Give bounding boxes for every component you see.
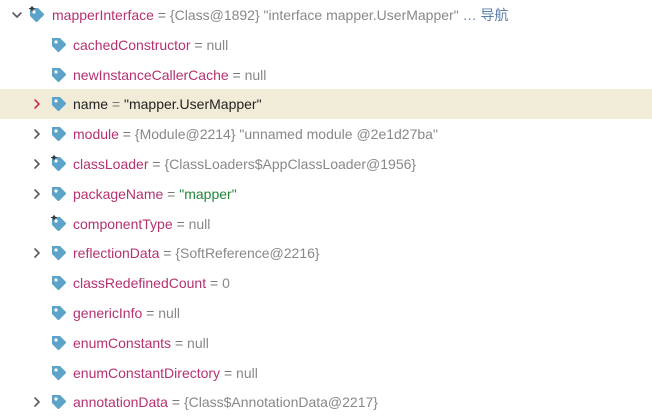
- tree-row-genericInfo[interactable]: genericInfo = null: [0, 298, 652, 328]
- field-value: null: [188, 215, 211, 232]
- tree-row-mapperInterface[interactable]: mapperInterface = {Class@1892} "interfac…: [0, 0, 652, 30]
- field-tag-icon: [50, 36, 68, 54]
- field-value: null: [158, 305, 181, 321]
- field-name: name: [73, 96, 109, 113]
- chevron-right-icon[interactable]: [30, 89, 44, 119]
- field-tag-icon: [50, 125, 68, 143]
- field-value: "mapper.UserMapper": [124, 96, 262, 113]
- tree-row-name[interactable]: name = "mapper.UserMapper": [0, 89, 652, 120]
- equals-sign: =: [153, 7, 170, 23]
- field-tag-icon: [50, 304, 68, 322]
- field-value: null: [236, 364, 258, 381]
- field-name: classRedefinedCount: [73, 275, 207, 292]
- field-name: reflectionData: [73, 245, 160, 262]
- field-tag-icon: [50, 274, 68, 292]
- chevron-right-icon[interactable]: [30, 149, 44, 179]
- equals-sign: =: [159, 245, 176, 262]
- equals-sign: =: [206, 275, 223, 292]
- field-value: null: [187, 334, 209, 351]
- equals-sign: =: [167, 394, 184, 411]
- tree-row-label: classLoader = {ClassLoaders$AppClassLoad…: [73, 149, 416, 179]
- field-tag-icon: [50, 244, 68, 262]
- field-name: module: [73, 126, 119, 143]
- equals-sign: =: [190, 36, 207, 53]
- field-tag-icon: [50, 66, 68, 84]
- equals-sign: =: [148, 156, 165, 172]
- field-name: enumConstantDirectory: [73, 364, 221, 381]
- field-static-icon: [28, 6, 46, 24]
- tree-row-label: componentType = null: [73, 209, 210, 239]
- tree-row-label: name = "mapper.UserMapper": [73, 89, 262, 119]
- navigate-link[interactable]: … 导航: [463, 7, 509, 23]
- chevron-right-icon[interactable]: [30, 387, 44, 417]
- field-tag-icon: [50, 95, 68, 113]
- tree-row-label: packageName = "mapper": [73, 179, 237, 209]
- tree-row-label: mapperInterface = {Class@1892} "interfac…: [52, 0, 508, 30]
- tree-row-classLoader[interactable]: classLoader = {ClassLoaders$AppClassLoad…: [0, 149, 652, 179]
- tree-row-label: enumConstants = null: [73, 328, 209, 358]
- field-tag-icon: [50, 364, 68, 382]
- chevron-right-icon[interactable]: [30, 179, 44, 209]
- tree-row-enumConstants[interactable]: enumConstants = null: [0, 328, 652, 358]
- field-value: {Module@2214} "unnamed module @2e1d27ba": [134, 126, 438, 143]
- chevron-down-icon[interactable]: [10, 0, 24, 30]
- field-value: {ClassLoaders$AppClassLoader@1956}: [164, 156, 417, 172]
- field-value: "mapper": [179, 185, 237, 202]
- equals-sign: =: [118, 126, 135, 143]
- field-name: enumConstants: [73, 334, 172, 351]
- equals-sign: =: [108, 96, 124, 113]
- field-tag-icon: [50, 334, 68, 352]
- field-value: 0: [222, 275, 230, 292]
- equals-sign: =: [172, 215, 189, 232]
- equals-sign: =: [163, 185, 180, 202]
- equals-sign: =: [228, 66, 245, 83]
- tree-row-label: cachedConstructor = null: [73, 30, 228, 60]
- field-tag-icon: [50, 185, 68, 203]
- field-name: packageName: [73, 185, 164, 202]
- tree-row-label: enumConstantDirectory = null: [73, 358, 258, 388]
- tree-row-label: classRedefinedCount = 0: [73, 268, 230, 298]
- tree-row-cachedConstructor[interactable]: cachedConstructor = null: [0, 30, 652, 60]
- field-name: mapperInterface: [52, 7, 154, 23]
- field-name: genericInfo: [73, 305, 143, 321]
- tree-row-label: module = {Module@2214} "unnamed module @…: [73, 119, 438, 149]
- field-name: classLoader: [73, 156, 149, 172]
- equals-sign: =: [142, 305, 159, 321]
- equals-sign: =: [220, 364, 237, 381]
- tree-row-label: reflectionData = {SoftReference@2216}: [73, 238, 320, 268]
- field-name: annotationData: [73, 394, 168, 411]
- field-value: null: [206, 36, 229, 53]
- tree-row-classRedefinedCount[interactable]: classRedefinedCount = 0: [0, 268, 652, 298]
- tree-row-reflectionData[interactable]: reflectionData = {SoftReference@2216}: [0, 238, 652, 268]
- tree-row-module[interactable]: module = {Module@2214} "unnamed module @…: [0, 119, 652, 149]
- field-static-icon: [50, 214, 68, 233]
- field-tag-icon: [50, 393, 68, 411]
- field-value: {Class@1892} "interface mapper.UserMappe…: [169, 7, 459, 23]
- field-name: newInstanceCallerCache: [73, 66, 229, 83]
- equals-sign: =: [171, 334, 188, 351]
- tree-row-newInstanceCallerCache[interactable]: newInstanceCallerCache = null: [0, 60, 652, 90]
- tree-row-label: newInstanceCallerCache = null: [73, 60, 266, 90]
- tree-row-label: genericInfo = null: [73, 298, 180, 328]
- field-value: null: [244, 66, 267, 83]
- field-static-icon: [50, 155, 68, 173]
- chevron-right-icon[interactable]: [30, 238, 44, 268]
- field-name: componentType: [73, 215, 173, 232]
- field-name: cachedConstructor: [73, 36, 191, 53]
- field-value: {SoftReference@2216}: [175, 245, 320, 262]
- tree-row-packageName[interactable]: packageName = "mapper": [0, 179, 652, 209]
- tree-row-annotationData[interactable]: annotationData = {Class$AnnotationData@2…: [0, 387, 652, 417]
- chevron-right-icon[interactable]: [30, 119, 44, 149]
- variables-tree: mapperInterface = {Class@1892} "interfac…: [0, 0, 652, 417]
- tree-row-label: annotationData = {Class$AnnotationData@2…: [73, 387, 378, 417]
- tree-row-componentType[interactable]: componentType = null: [0, 209, 652, 239]
- tree-row-enumConstantDirectory[interactable]: enumConstantDirectory = null: [0, 358, 652, 388]
- field-value: {Class$AnnotationData@2217}: [183, 394, 378, 411]
